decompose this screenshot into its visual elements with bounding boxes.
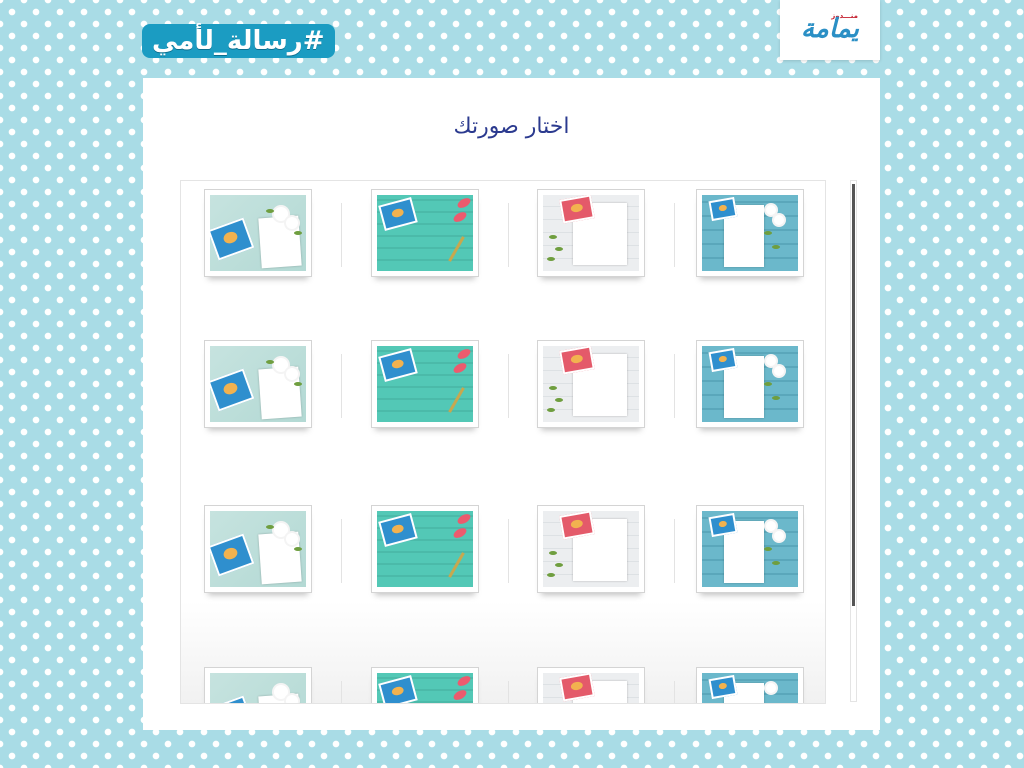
divider	[341, 203, 342, 267]
notebook-branches-image	[543, 346, 639, 422]
gallery-thumbnail-14[interactable]	[371, 667, 479, 703]
gallery-thumbnail-12[interactable]	[696, 505, 804, 593]
gallery-row	[181, 667, 825, 703]
gallery-scrollbar[interactable]	[850, 180, 857, 702]
divider	[508, 519, 509, 583]
flowers-card-image	[210, 346, 306, 422]
gallery-thumbnail-11[interactable]	[537, 505, 645, 593]
brand-logo[interactable]: منـــدوز يمامة	[780, 0, 880, 60]
gallery-thumbnail-3[interactable]	[537, 189, 645, 277]
notebook-branches-image	[543, 511, 639, 587]
divider	[674, 681, 675, 703]
divider	[674, 203, 675, 267]
page-title: اختار صورتك	[453, 114, 570, 139]
white-flowers-bouquet-image	[702, 346, 798, 422]
flowers-card-image	[210, 195, 306, 271]
hashtag-banner: #رسالة_لأمي	[142, 24, 335, 58]
turquoise-wood-image	[377, 673, 473, 703]
gallery-thumbnail-4[interactable]	[696, 189, 804, 277]
divider	[508, 354, 509, 418]
turquoise-wood-image	[377, 511, 473, 587]
turquoise-wood-image	[377, 346, 473, 422]
white-flowers-bouquet-image	[702, 195, 798, 271]
gallery-row	[181, 189, 825, 279]
divider	[341, 519, 342, 583]
gallery-thumbnail-13[interactable]	[204, 667, 312, 703]
divider	[508, 681, 509, 703]
divider	[341, 354, 342, 418]
gallery-row	[181, 340, 825, 430]
gallery-row	[181, 505, 825, 595]
gallery-thumbnail-5[interactable]	[204, 340, 312, 428]
gallery-thumbnail-9[interactable]	[204, 505, 312, 593]
notebook-branches-image	[543, 195, 639, 271]
flowers-card-image	[210, 511, 306, 587]
gallery-thumbnail-2[interactable]	[371, 189, 479, 277]
gallery-thumbnail-1[interactable]	[204, 189, 312, 277]
hashtag-text: #رسالة_لأمي	[152, 26, 325, 56]
gallery-thumbnail-7[interactable]	[537, 340, 645, 428]
gallery-thumbnail-16[interactable]	[696, 667, 804, 703]
gallery-thumbnail-15[interactable]	[537, 667, 645, 703]
divider	[674, 519, 675, 583]
gallery-thumbnail-6[interactable]	[371, 340, 479, 428]
logo-text: يمامة	[800, 14, 860, 44]
white-flowers-bouquet-image	[702, 511, 798, 587]
gallery-thumbnail-8[interactable]	[696, 340, 804, 428]
image-gallery[interactable]	[180, 180, 826, 704]
gallery-thumbnail-10[interactable]	[371, 505, 479, 593]
scrollbar-thumb[interactable]	[852, 184, 855, 606]
divider	[508, 203, 509, 267]
notebook-branches-image	[543, 673, 639, 703]
divider	[341, 681, 342, 703]
content-card: اختار صورتك	[143, 78, 880, 730]
flowers-card-image	[210, 673, 306, 703]
turquoise-wood-image	[377, 195, 473, 271]
white-flowers-bouquet-image	[702, 673, 798, 703]
divider	[674, 354, 675, 418]
